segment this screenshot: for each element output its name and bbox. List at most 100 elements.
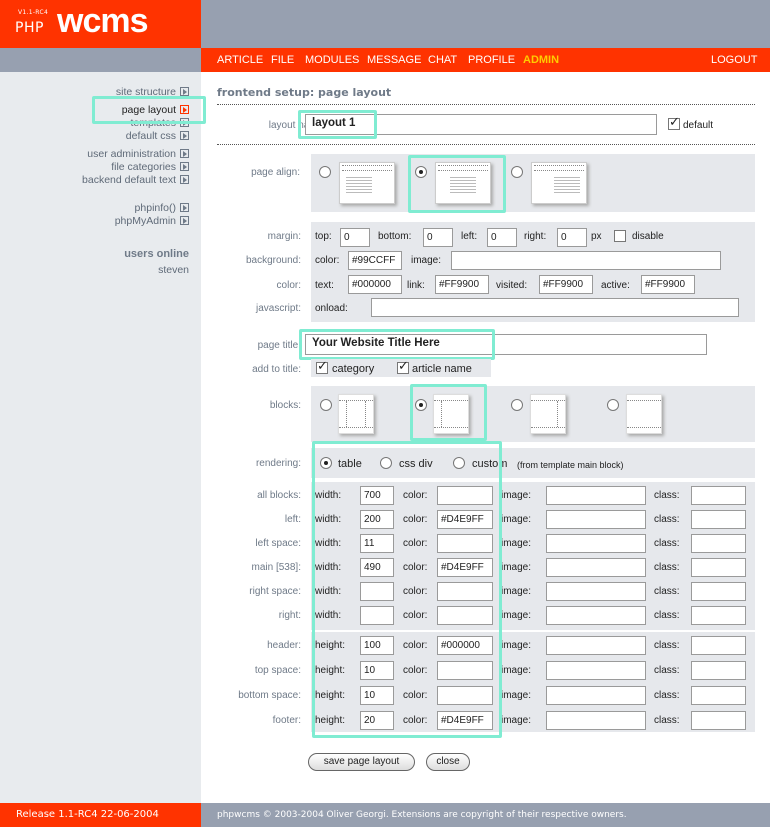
class-col-label: class: (654, 610, 680, 621)
link-color-input[interactable]: #FF9900 (435, 275, 489, 294)
image-col-label: image: (501, 715, 532, 726)
nav-spacer (0, 48, 201, 72)
image-input[interactable] (546, 711, 646, 730)
class-input[interactable] (691, 606, 746, 625)
class-input[interactable] (691, 661, 746, 680)
class-input[interactable] (691, 486, 746, 505)
onload-input[interactable] (371, 298, 739, 317)
menu-logout[interactable]: LOGOUT (711, 54, 757, 66)
blocks-option-1-radio[interactable] (320, 399, 332, 411)
class-input[interactable] (691, 686, 746, 705)
arrow-right-icon (180, 131, 189, 140)
class-input[interactable] (691, 711, 746, 730)
category-checkbox[interactable] (316, 359, 328, 374)
blocks-option-4-radio[interactable] (607, 399, 619, 411)
image-input[interactable] (546, 606, 646, 625)
menu-admin[interactable]: ADMIN (523, 54, 559, 66)
version-label: V1.1-RC4 (18, 9, 49, 16)
menu-article[interactable]: ARTICLE (217, 54, 263, 66)
class-input[interactable] (691, 582, 746, 601)
margin-bottom-label: bottom: (378, 231, 412, 242)
sidebar-item-user-administration[interactable]: user administration (87, 148, 189, 160)
sidebar-item-backend-default-text[interactable]: backend default text (82, 174, 189, 186)
blocks-option-3-radio[interactable] (511, 399, 523, 411)
image-input[interactable] (546, 486, 646, 505)
article-name-checkbox[interactable] (397, 359, 409, 374)
margin-right-input[interactable]: 0 (557, 228, 587, 247)
row-label: left: (284, 514, 301, 525)
row-label: main [538]: (251, 562, 301, 573)
disable-checkbox[interactable] (614, 230, 626, 242)
image-input[interactable] (546, 510, 646, 529)
add-to-title-label: add to title: (252, 364, 301, 375)
bg-image-input[interactable] (451, 251, 721, 270)
image-input[interactable] (546, 636, 646, 655)
image-input[interactable] (546, 534, 646, 553)
align-right-radio[interactable] (511, 166, 523, 178)
blocks-option-1-thumbnail (338, 394, 374, 434)
text-color-input[interactable]: #000000 (348, 275, 402, 294)
visited-color-label: visited: (496, 280, 528, 291)
background-label: background: (245, 255, 301, 266)
menu-message[interactable]: MESSAGE (367, 54, 421, 66)
margin-left-input[interactable]: 0 (487, 228, 517, 247)
onload-label: onload: (315, 303, 348, 314)
logo-wcms: wcms (57, 2, 148, 40)
release-info: Release 1.1-RC4 22-06-2004 (0, 803, 201, 827)
class-input[interactable] (691, 636, 746, 655)
app-logo: V1.1-RC4 PHP wcms (0, 0, 201, 48)
class-col-label: class: (654, 562, 680, 573)
image-input[interactable] (546, 582, 646, 601)
row-label: header: (267, 640, 301, 651)
margin-label: margin: (267, 231, 301, 242)
class-col-label: class: (654, 514, 680, 525)
active-color-input[interactable]: #FF9900 (641, 275, 695, 294)
bg-color-input[interactable]: #99CCFF (348, 251, 402, 270)
class-input[interactable] (691, 558, 746, 577)
sidebar-item-file-categories[interactable]: file categories (111, 161, 189, 173)
image-input[interactable] (546, 686, 646, 705)
row-label: all blocks: (257, 490, 301, 501)
class-col-label: class: (654, 665, 680, 676)
sidebar-item-label: backend default text (82, 174, 176, 186)
menu-chat[interactable]: CHAT (428, 54, 457, 66)
sidebar-item-label: phpMyAdmin (114, 215, 176, 227)
image-col-label: image: (501, 538, 532, 549)
save-page-layout-button[interactable]: save page layout (308, 753, 415, 771)
online-user: steven (158, 264, 189, 276)
divider (217, 144, 755, 145)
active-color-label: active: (601, 280, 630, 291)
menu-file[interactable]: FILE (271, 54, 294, 66)
margin-bottom-input[interactable]: 0 (423, 228, 453, 247)
menu-modules[interactable]: MODULES (305, 54, 359, 66)
main-content: frontend setup: page layout layout name:… (201, 72, 770, 803)
align-left-radio[interactable] (319, 166, 331, 178)
link-color-label: link: (407, 280, 425, 291)
highlight-box (92, 96, 206, 124)
sidebar-item-phpmyadmin[interactable]: phpMyAdmin (115, 215, 189, 227)
px-label: px (591, 231, 602, 242)
article-name-label: article name (412, 363, 472, 375)
bg-image-label: image: (411, 255, 442, 266)
class-input[interactable] (691, 510, 746, 529)
highlight-box (312, 441, 502, 738)
class-input[interactable] (691, 534, 746, 553)
image-input[interactable] (546, 558, 646, 577)
arrow-right-icon (180, 203, 189, 212)
menu-profile[interactable]: PROFILE (468, 54, 515, 66)
margin-top-input[interactable]: 0 (340, 228, 370, 247)
sidebar-item-default-css[interactable]: default css (126, 130, 189, 142)
close-button[interactable]: close (426, 753, 470, 771)
default-checkbox[interactable] (668, 115, 680, 130)
page-title-label: page title: (257, 340, 301, 351)
visited-color-input[interactable]: #FF9900 (539, 275, 593, 294)
class-col-label: class: (654, 538, 680, 549)
sidebar-item-label: default css (125, 130, 176, 142)
highlight-box (299, 329, 495, 360)
sidebar-item-phpinfo[interactable]: phpinfo() (135, 202, 189, 214)
default-label: default (683, 120, 714, 131)
row-label: top space: (254, 665, 301, 676)
category-label: category (332, 363, 375, 375)
image-input[interactable] (546, 661, 646, 680)
class-col-label: class: (654, 586, 680, 597)
